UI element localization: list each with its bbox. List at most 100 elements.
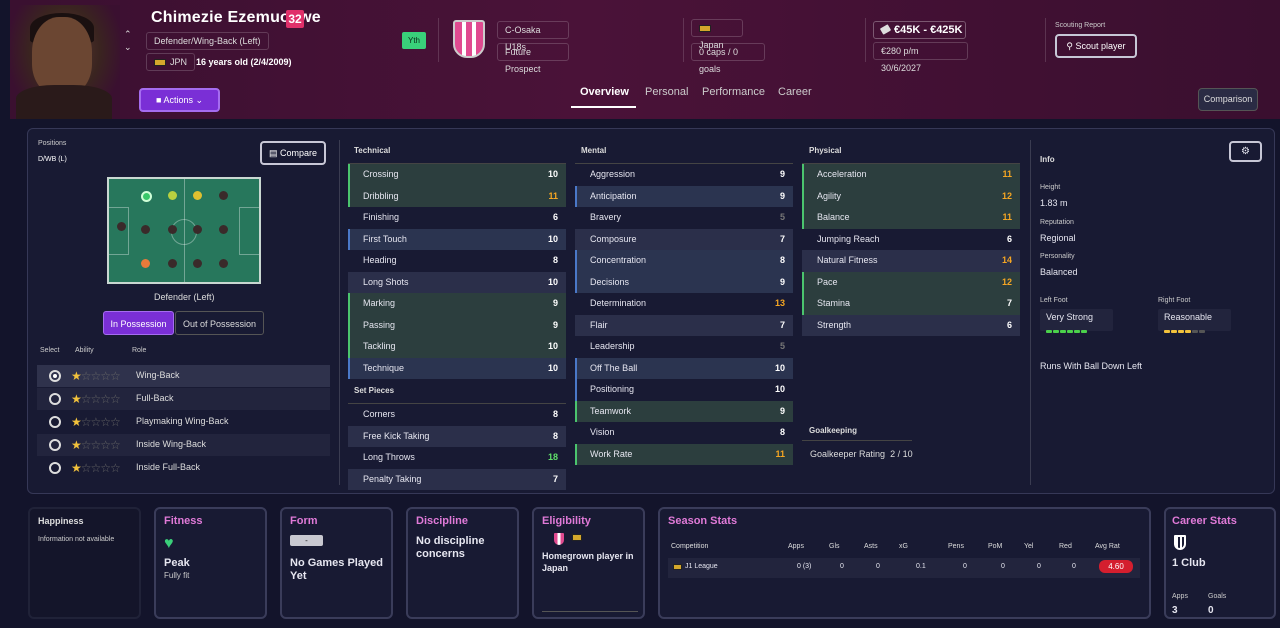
attr-row[interactable]: Marking 9 [348, 293, 566, 315]
attr-row[interactable]: Balance 11 [802, 207, 1020, 229]
attr-value: 11 [548, 190, 558, 201]
attr-name: Work Rate [590, 448, 633, 459]
role-row[interactable]: ★☆☆☆☆ Full-Back [37, 388, 330, 410]
role-row[interactable]: ★☆☆☆☆ Inside Full-Back [37, 457, 330, 479]
chevron-down-icon[interactable]: ⌄ [124, 42, 132, 53]
tab-career[interactable]: Career [778, 86, 812, 98]
attr-row[interactable]: Strength 6 [802, 314, 1020, 336]
radio-button[interactable] [49, 416, 61, 428]
nation-link[interactable]: Japan [691, 19, 743, 50]
club-crest-icon[interactable] [453, 20, 485, 58]
attr-row[interactable]: Work Rate 11 [575, 443, 793, 465]
attr-row[interactable]: Bravery 5 [575, 207, 793, 229]
comparison-button[interactable]: Comparison [1198, 88, 1258, 111]
season-stats-card[interactable]: Season Stats Competition Apps Gls Asts x… [658, 507, 1151, 619]
attr-row[interactable]: Technique 10 [348, 357, 566, 379]
in-possession-tab[interactable]: In Possession [103, 311, 174, 335]
compare-button[interactable]: ▤ Compare [260, 141, 326, 165]
career-stats-card[interactable]: Career Stats 1 Club Apps 3 Goals 0 [1164, 507, 1276, 619]
attr-value: 10 [774, 384, 785, 394]
attr-row[interactable]: Concentration 8 [575, 250, 793, 272]
attr-name: Composure [590, 233, 637, 244]
role-row[interactable]: ★☆☆☆☆ Wing-Back [37, 365, 330, 387]
shield-icon [1174, 535, 1186, 550]
table-row[interactable]: J1 League 0 (3) 0 0 0.1 0 0 0 0 4.60 [668, 558, 1140, 578]
info-settings-button[interactable]: ⚙ [1229, 141, 1262, 162]
fitness-card[interactable]: Fitness ♥ Peak Fully fit [154, 507, 267, 619]
radio-button[interactable] [49, 439, 61, 451]
attr-row[interactable]: Agility 12 [802, 185, 1020, 207]
height-value: 1.83 m [1040, 198, 1068, 208]
attr-row[interactable]: Passing 9 [348, 314, 566, 336]
attr-value: 9 [779, 169, 785, 179]
happiness-card[interactable]: Happiness Information not available [28, 507, 141, 619]
discipline-card[interactable]: Discipline No discipline concerns [406, 507, 519, 619]
attr-row[interactable]: Acceleration 11 [802, 164, 1020, 186]
goalkeeper-rating: Goalkeeper Rating 2 / 10 [810, 449, 913, 459]
nationality-code: JPN [170, 57, 188, 67]
attr-row[interactable]: Free Kick Taking 8 [348, 425, 566, 447]
attr-row[interactable]: Off The Ball 10 [575, 357, 793, 379]
attr-value: 13 [774, 298, 785, 308]
attr-row[interactable]: Anticipation 9 [575, 185, 793, 207]
radio-button[interactable] [49, 462, 61, 474]
form-title: Form [290, 515, 318, 527]
attr-value: 10 [547, 362, 558, 373]
radio-button[interactable] [49, 393, 61, 405]
attr-row[interactable]: Determination 13 [575, 293, 793, 315]
role-row[interactable]: ★☆☆☆☆ Inside Wing-Back [37, 434, 330, 456]
attr-row[interactable]: Flair 7 [575, 314, 793, 336]
attr-row[interactable]: Positioning 10 [575, 379, 793, 401]
attr-row[interactable]: Dribbling 11 [348, 185, 566, 207]
attr-row[interactable]: Long Throws 18 [348, 447, 566, 469]
attr-row[interactable]: Jumping Reach 6 [802, 229, 1020, 251]
attr-row[interactable]: Long Shots 10 [348, 271, 566, 293]
eligibility-card[interactable]: Eligibility Homegrown player in Japan [532, 507, 645, 619]
attr-row[interactable]: Leadership 5 [575, 336, 793, 358]
attr-row[interactable]: Corners 8 [348, 404, 566, 426]
position-dot [117, 222, 126, 231]
attr-row[interactable]: Decisions 9 [575, 271, 793, 293]
tab-overview[interactable]: Overview [580, 86, 629, 98]
transfer-value: €45K - €425K [873, 21, 966, 39]
position-dot [141, 225, 150, 234]
actions-button[interactable]: ■ Actions ⌄ [139, 88, 220, 112]
attr-name: Positioning [590, 384, 635, 394]
attr-value: 6 [552, 212, 558, 222]
tab-personal[interactable]: Personal [645, 86, 688, 98]
form-card[interactable]: Form - No Games Played Yet [280, 507, 393, 619]
attr-name: Decisions [590, 276, 630, 287]
attr-row[interactable]: Heading 8 [348, 250, 566, 272]
attr-row[interactable]: Penalty Taking 7 [348, 468, 566, 490]
gk-label: Goalkeeper Rating [810, 449, 886, 459]
attr-row[interactable]: Tackling 10 [348, 336, 566, 358]
attr-row[interactable]: Teamwork 9 [575, 400, 793, 422]
technical-title: Technical [354, 146, 391, 155]
radio-button[interactable] [49, 370, 61, 382]
attr-row[interactable]: Composure 7 [575, 228, 793, 250]
attr-row[interactable]: Finishing 6 [348, 207, 566, 229]
tab-performance[interactable]: Performance [702, 86, 765, 98]
attr-row[interactable]: Vision 8 [575, 422, 793, 444]
attr-row[interactable]: Aggression 9 [575, 164, 793, 186]
out-of-possession-tab[interactable]: Out of Possession [175, 311, 264, 335]
role-row[interactable]: ★☆☆☆☆ Playmaking Wing-Back [37, 411, 330, 433]
career-stats-title: Career Stats [1172, 515, 1237, 527]
role-name: Playmaking Wing-Back [136, 416, 229, 426]
attr-row[interactable]: Natural Fitness 14 [802, 250, 1020, 272]
mental-title: Mental [581, 146, 607, 155]
club-link[interactable]: C-Osaka U18s [497, 21, 569, 52]
position-dot [193, 259, 202, 268]
left-foot-rating: Very Strong [1040, 309, 1113, 333]
fitness-sub: Fully fit [164, 571, 190, 580]
attr-row[interactable]: First Touch 10 [348, 228, 566, 250]
attr-row[interactable]: Stamina 7 [802, 293, 1020, 315]
attr-row[interactable]: Crossing 10 [348, 164, 566, 186]
chevron-up-icon[interactable]: ⌃ [124, 29, 132, 40]
nationality-pill[interactable]: JPN [146, 53, 196, 71]
scout-player-button[interactable]: ⚲ Scout player [1055, 34, 1137, 58]
left-foot-value: Very Strong [1046, 312, 1094, 322]
attr-row[interactable]: Pace 12 [802, 271, 1020, 293]
attr-name: Off The Ball [590, 362, 638, 373]
position-dot-best [141, 191, 152, 202]
